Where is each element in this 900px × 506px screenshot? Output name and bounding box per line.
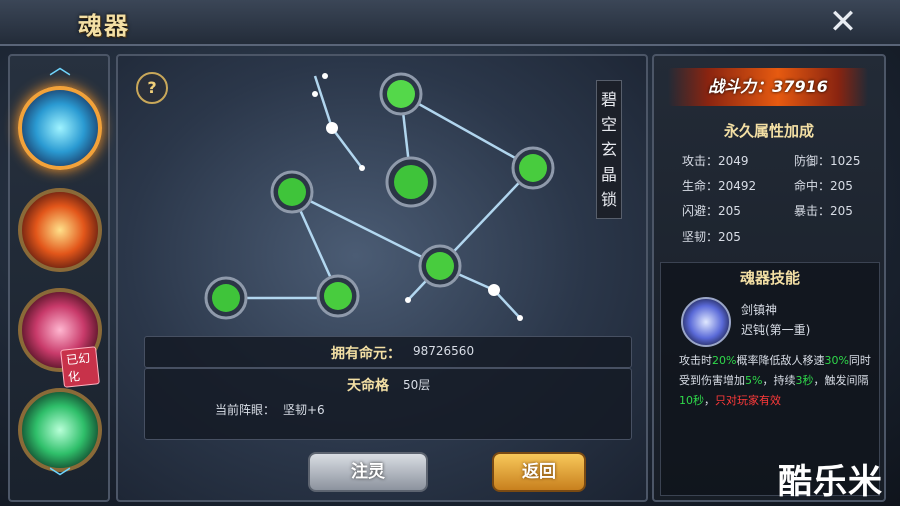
artifact-item-pink[interactable]: 已幻化 [18, 288, 102, 388]
stat-defense: 防御：1025 [794, 154, 861, 168]
sword-skill-icon[interactable] [681, 297, 731, 347]
top-bar: 魂器 ✕ [0, 0, 900, 46]
stat-hit: 命中：205 [794, 179, 853, 193]
stat-hp: 生命：20492 [682, 179, 757, 193]
artifact-list[interactable]: ︿ 已幻化 ﹀ [8, 54, 110, 502]
attributes-panel: 战斗力：37916 永久属性加成 攻击：2049 防御：1025 生命：2049… [652, 54, 886, 502]
current-eye-value: 坚韧+6 [283, 403, 325, 417]
skill-description: 攻击时20%概率降低敌人移速30%同时受到伤害增加5%，持续3秒，触发间隔10秒… [679, 354, 871, 407]
stat-toughness: 坚韧：205 [682, 230, 741, 244]
constellation-graph [204, 72, 555, 321]
combat-power-banner: 战斗力：37916 [668, 68, 868, 106]
skill-name: 剑镇神 [741, 303, 778, 317]
transformed-badge: 已幻化 [60, 346, 100, 388]
chevron-down-icon[interactable]: ﹀ [46, 469, 74, 491]
attr-header: 永久属性加成 [723, 122, 814, 140]
tianmingge-label: 天命格 [347, 378, 389, 394]
tianmingge-level: 50层 [403, 378, 431, 392]
tianmingge-box: 天命格 50层 当前阵眼： 坚韧+6 [144, 368, 632, 440]
skill-header: 魂器技能 [739, 269, 800, 287]
stat-crit: 暴击：205 [794, 204, 853, 218]
page-title: 魂器 [78, 12, 130, 40]
infuse-button[interactable]: 注灵 [308, 452, 428, 492]
owned-essence-bar: 拥有命元： 98726560 [144, 336, 632, 368]
watermark: 酷乐米 [778, 462, 883, 502]
artifact-item-fire[interactable] [18, 188, 102, 272]
artifact-item-green[interactable] [18, 388, 102, 472]
owned-label: 拥有命元： [331, 346, 401, 362]
back-button[interactable]: 返回 [492, 452, 586, 492]
close-icon[interactable]: ✕ [826, 5, 860, 40]
lock-name: 碧空玄晶锁 [596, 80, 622, 219]
owned-value: 98726560 [413, 344, 475, 358]
chevron-up-icon[interactable]: ︿ [46, 57, 74, 79]
power-label: 战斗力： [708, 77, 773, 96]
stat-dodge: 闪避：205 [682, 204, 741, 218]
soul-nodes [204, 72, 555, 320]
current-eye-label: 当前阵眼： [215, 403, 276, 417]
artifact-item-blue[interactable] [18, 86, 102, 170]
skill-level: 迟钝(第一重) [741, 323, 811, 337]
power-value: 37916 [772, 77, 828, 96]
constellation-panel: ? 碧空玄晶锁 拥有命元： 98726560 天命格 50层 当前阵眼： 坚韧+… [116, 54, 648, 502]
stat-attack: 攻击：2049 [682, 154, 749, 168]
